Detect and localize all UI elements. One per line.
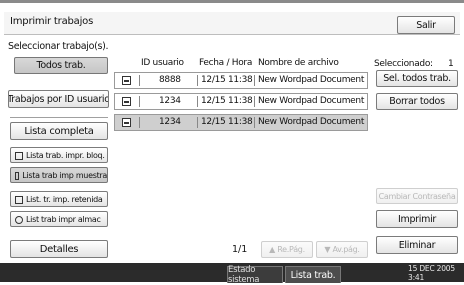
next-page-button[interactable]: ▼ Av.pág. [316, 241, 368, 258]
exit-button[interactable]: Salir [397, 16, 455, 34]
stored-print-icon [15, 216, 23, 224]
print-button[interactable]: Imprimir [376, 210, 458, 228]
job-file-name: New Wordpad Document [258, 75, 365, 85]
page-indicator: 1/1 [232, 244, 248, 255]
details-button[interactable]: Detalles [10, 240, 108, 258]
column-separator [254, 117, 255, 128]
job-user-id: 8888 [159, 75, 181, 85]
column-separator [197, 96, 198, 107]
sample-print-list-button[interactable]: Lista trab imp muestra [10, 167, 108, 183]
title-bar: Imprimir trabajos [4, 12, 460, 35]
column-separator [139, 75, 140, 86]
job-list-tab[interactable]: Lista trab. [285, 266, 341, 283]
lock-icon [15, 152, 23, 160]
window-title: Imprimir trabajos [10, 16, 94, 27]
column-separator [139, 96, 140, 107]
column-separator [254, 96, 255, 107]
all-jobs-button[interactable]: Todos trab. [14, 57, 108, 74]
top-border [0, 0, 464, 3]
job-user-id: 1234 [159, 96, 181, 106]
job-file-name: New Wordpad Document [258, 96, 365, 106]
column-separator [139, 117, 140, 128]
held-print-list-label: List. tr. imp. retenida [26, 194, 103, 204]
column-header-file-name: Nombre de archivo [258, 58, 339, 68]
job-date-time: 12/15 11:38 [201, 117, 253, 127]
clear-all-button[interactable]: Borrar todos [376, 93, 458, 110]
sample-print-icon [122, 97, 131, 106]
jobs-by-user-id-button[interactable]: Trabajos por ID usuario [8, 90, 109, 108]
locked-print-list-label: Lista trab. impr. bloq. [26, 150, 105, 160]
job-date-time: 12/15 11:38 [201, 96, 253, 106]
column-separator [197, 75, 198, 86]
hold-print-icon [15, 196, 23, 204]
column-separator [254, 75, 255, 86]
clock-time: 3:41 [408, 273, 425, 282]
column-header-user-id: ID usuario [141, 58, 184, 68]
job-row-selected[interactable]: 1234 12/15 11:38 New Wordpad Document [114, 114, 368, 131]
held-print-list-button[interactable]: List. tr. imp. retenida [10, 191, 108, 207]
sample-print-icon [122, 76, 131, 85]
delete-button[interactable]: Eliminar [376, 236, 458, 254]
selected-count: 1 [448, 59, 454, 69]
full-list-button[interactable]: Lista completa [10, 122, 108, 140]
stored-print-list-button[interactable]: List trab impr almac [10, 211, 108, 227]
job-user-id: 1234 [159, 117, 181, 127]
previous-page-button[interactable]: ▲ Re.Pág. [261, 241, 313, 258]
instruction-text: Seleccionar trabajo(s). [8, 41, 109, 52]
stored-print-list-label: List trab impr almac [26, 214, 101, 224]
job-date-time: 12/15 11:38 [201, 75, 253, 85]
column-separator [197, 117, 198, 128]
left-divider [10, 117, 108, 118]
job-file-name: New Wordpad Document [258, 117, 365, 127]
system-status-tab[interactable]: Estado sistema [227, 265, 283, 285]
select-all-jobs-button[interactable]: Sel. todos trab. [376, 70, 458, 87]
clock: 15 DEC 2005 3:41 [408, 264, 455, 282]
locked-print-list-button[interactable]: Lista trab. impr. bloq. [10, 147, 108, 163]
job-row[interactable]: 1234 12/15 11:38 New Wordpad Document [114, 93, 368, 110]
sample-print-list-label: Lista trab imp muestra [22, 170, 107, 180]
change-password-button[interactable]: Cambiar Contraseña [376, 188, 458, 204]
sample-print-icon [122, 118, 131, 127]
selected-label: Seleccionado: [374, 59, 433, 69]
sample-print-icon [15, 172, 20, 180]
clock-date: 15 DEC 2005 [408, 264, 455, 273]
print-jobs-screen: Imprimir trabajos Salir Seleccionar trab… [0, 0, 464, 285]
job-row[interactable]: 8888 12/15 11:38 New Wordpad Document [114, 72, 368, 89]
column-header-date-time: Fecha / Hora [199, 58, 253, 68]
